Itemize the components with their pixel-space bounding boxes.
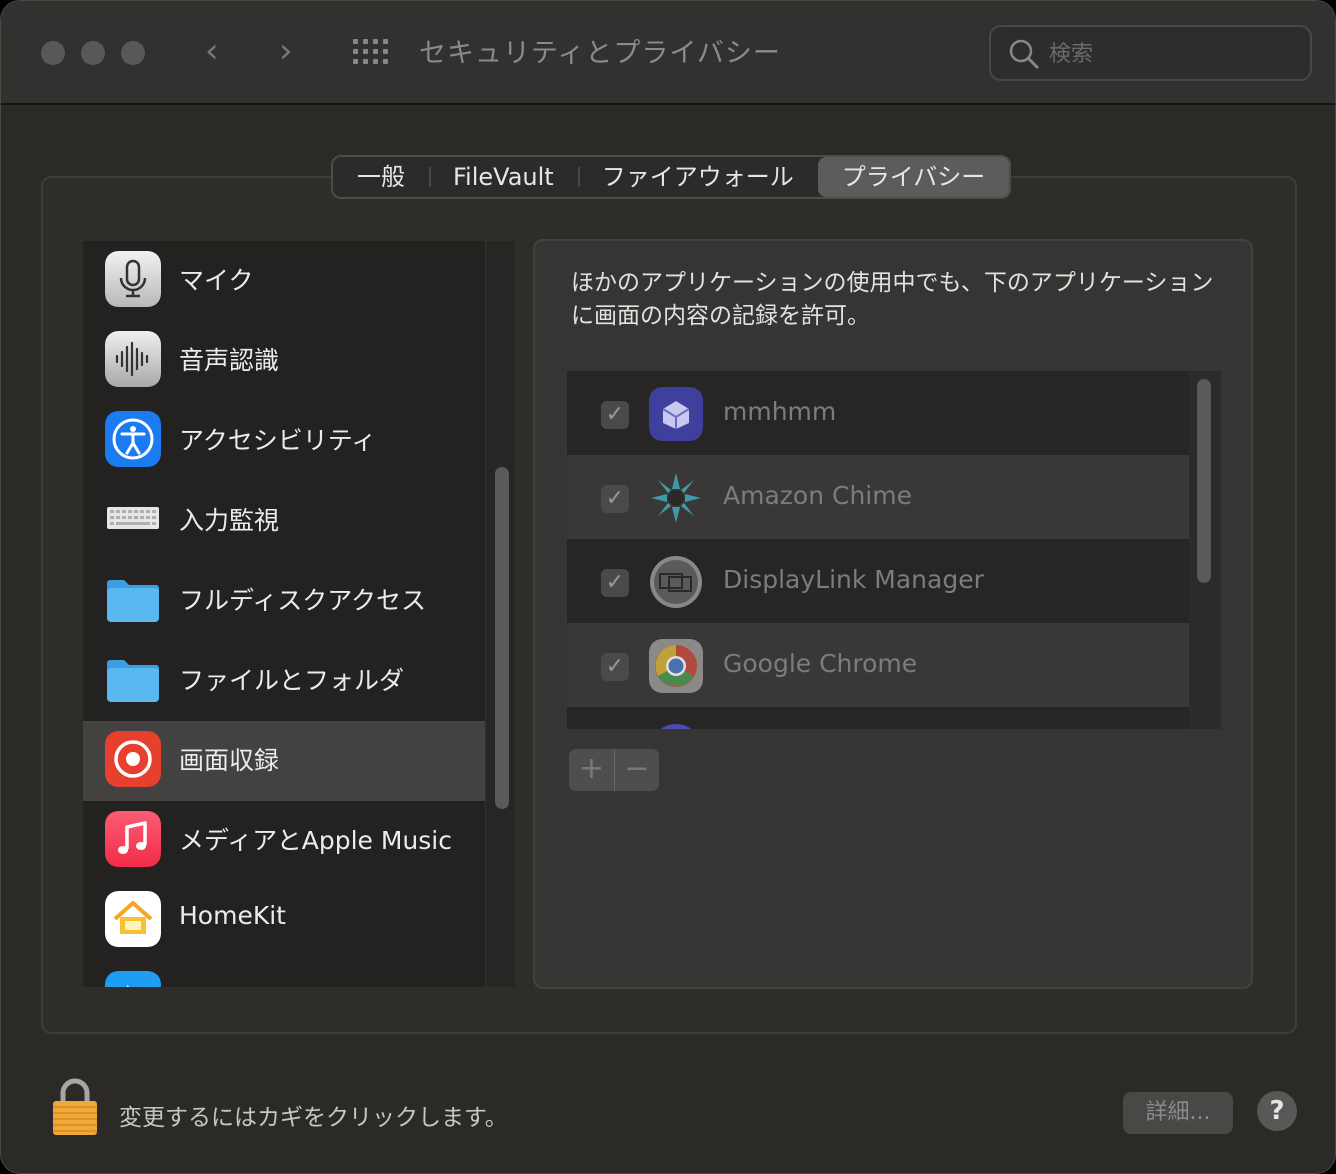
app-icon <box>105 971 161 987</box>
music-icon <box>105 811 161 867</box>
app-list-scrollbar[interactable] <box>1189 371 1221 729</box>
sidebar-item-input-monitoring[interactable]: 入力監視 <box>83 481 485 561</box>
lock-message: 変更するにはカギをクリックします。 <box>119 1105 508 1131</box>
close-window-button[interactable] <box>41 41 65 65</box>
sidebar-item-full-disk-access[interactable]: フルディスクアクセス <box>83 561 485 641</box>
sidebar-item-label: 画面収録 <box>179 746 280 775</box>
sidebar-item-speech-recognition[interactable]: 音声認識 <box>83 321 485 401</box>
sidebar-item-label: HomeKit <box>179 901 286 930</box>
sidebar-item-label: 入力監視 <box>179 506 280 535</box>
app-name: Google Chrome <box>723 649 918 678</box>
sidebar-item-microphone[interactable]: マイク <box>83 241 485 321</box>
screen-recording-icon <box>105 731 161 787</box>
sidebar-scrollbar[interactable] <box>485 241 515 987</box>
sidebar-item-label: 音声認識 <box>179 346 280 375</box>
app-list: ✓ mmhmm ✓ Amazon Chime ✓ DisplayLink Man… <box>567 371 1221 729</box>
sidebar-item-media-apple-music[interactable]: メディアとApple Music <box>83 801 485 881</box>
app-checkbox[interactable]: ✓ <box>601 485 629 513</box>
app-row-partial[interactable] <box>567 707 1189 729</box>
sidebar-scrollbar-thumb[interactable] <box>495 467 509 809</box>
add-app-button[interactable]: + <box>569 749 614 791</box>
app-row-displaylink-manager[interactable]: ✓ DisplayLink Manager <box>567 539 1189 623</box>
tab-privacy[interactable]: プライバシー <box>817 157 1010 197</box>
app-row-amazon-chime[interactable]: ✓ Amazon Chime <box>567 455 1189 539</box>
sidebar-item-screen-recording[interactable]: 画面収録 <box>83 721 485 801</box>
sidebar-item-label: フルディスクアクセス <box>179 586 427 615</box>
panel-description: ほかのアプリケーションの使用中でも、下のアプリケーションに画面の内容の記録を許可… <box>571 270 1214 329</box>
app-checkbox[interactable]: ✓ <box>601 569 629 597</box>
mmhmm-icon <box>649 387 703 441</box>
back-icon[interactable]: ‹ <box>205 31 219 71</box>
help-button[interactable]: ? <box>1257 1091 1297 1131</box>
folder-icon <box>107 580 159 622</box>
speech-recognition-icon <box>105 331 161 387</box>
app-name: Amazon Chime <box>723 481 912 510</box>
search-icon <box>1009 39 1039 69</box>
app-name: DisplayLink Manager <box>723 565 984 594</box>
remove-app-button[interactable]: − <box>614 749 659 791</box>
lock-icon[interactable] <box>51 1077 99 1137</box>
amazon-chime-icon <box>651 473 701 523</box>
add-remove-control: + − <box>569 749 659 791</box>
sidebar-item-accessibility[interactable]: アクセシビリティ <box>83 401 485 481</box>
tab-general[interactable]: 一般 <box>333 157 429 197</box>
sidebar-item-label: メディアとApple Music <box>179 826 452 855</box>
app-checkbox[interactable]: ✓ <box>601 653 629 681</box>
system-preferences-window: ‹ › セキュリティとプライバシー 一般 FileVault ファイアウォール … <box>0 0 1336 1174</box>
advanced-button[interactable]: 詳細... <box>1123 1092 1233 1134</box>
sidebar-item-homekit[interactable]: HomeKit <box>83 881 485 961</box>
app-row-google-chrome[interactable]: ✓ Google Chrome <box>567 623 1189 707</box>
sidebar-item-label: マイク <box>179 266 254 295</box>
sidebar-item-files-and-folders[interactable]: ファイルとフォルダ <box>83 641 485 721</box>
sidebar-item-next[interactable] <box>83 961 485 987</box>
app-list-scrollbar-thumb[interactable] <box>1197 379 1211 583</box>
search-input[interactable] <box>1049 37 1289 71</box>
folder-icon <box>107 660 159 702</box>
tab-bar: 一般 FileVault ファイアウォール プライバシー <box>331 155 1012 199</box>
keyboard-icon <box>107 507 159 529</box>
minimize-window-button[interactable] <box>81 41 105 65</box>
search-field[interactable] <box>989 25 1312 81</box>
accessibility-icon <box>105 411 161 467</box>
app-row-mmhmm[interactable]: ✓ mmhmm <box>567 371 1189 455</box>
window-title: セキュリティとプライバシー <box>419 38 781 69</box>
displaylink-icon <box>650 556 702 608</box>
microphone-icon <box>105 251 161 307</box>
app-icon <box>660 724 692 729</box>
sidebar-item-label: アクセシビリティ <box>179 426 377 455</box>
app-name: mmhmm <box>723 397 837 426</box>
chrome-icon <box>649 639 703 693</box>
show-all-grid-icon[interactable] <box>353 39 391 67</box>
sidebar-item-label: ファイルとフォルダ <box>179 666 405 695</box>
privacy-category-list: マイク 音声認識 アクセシビリティ 入力監視 フルディスクアクセス ファイルとフ… <box>83 241 515 987</box>
forward-icon[interactable]: › <box>279 31 293 71</box>
title-bar: ‹ › セキュリティとプライバシー <box>1 1 1335 105</box>
zoom-window-button[interactable] <box>121 41 145 65</box>
tab-filevault[interactable]: FileVault <box>429 157 578 197</box>
screen-recording-panel: ほかのアプリケーションの使用中でも、下のアプリケーションに画面の内容の記録を許可… <box>533 239 1253 989</box>
app-checkbox[interactable]: ✓ <box>601 401 629 429</box>
home-icon <box>105 891 161 947</box>
tab-firewall[interactable]: ファイアウォール <box>577 157 818 197</box>
